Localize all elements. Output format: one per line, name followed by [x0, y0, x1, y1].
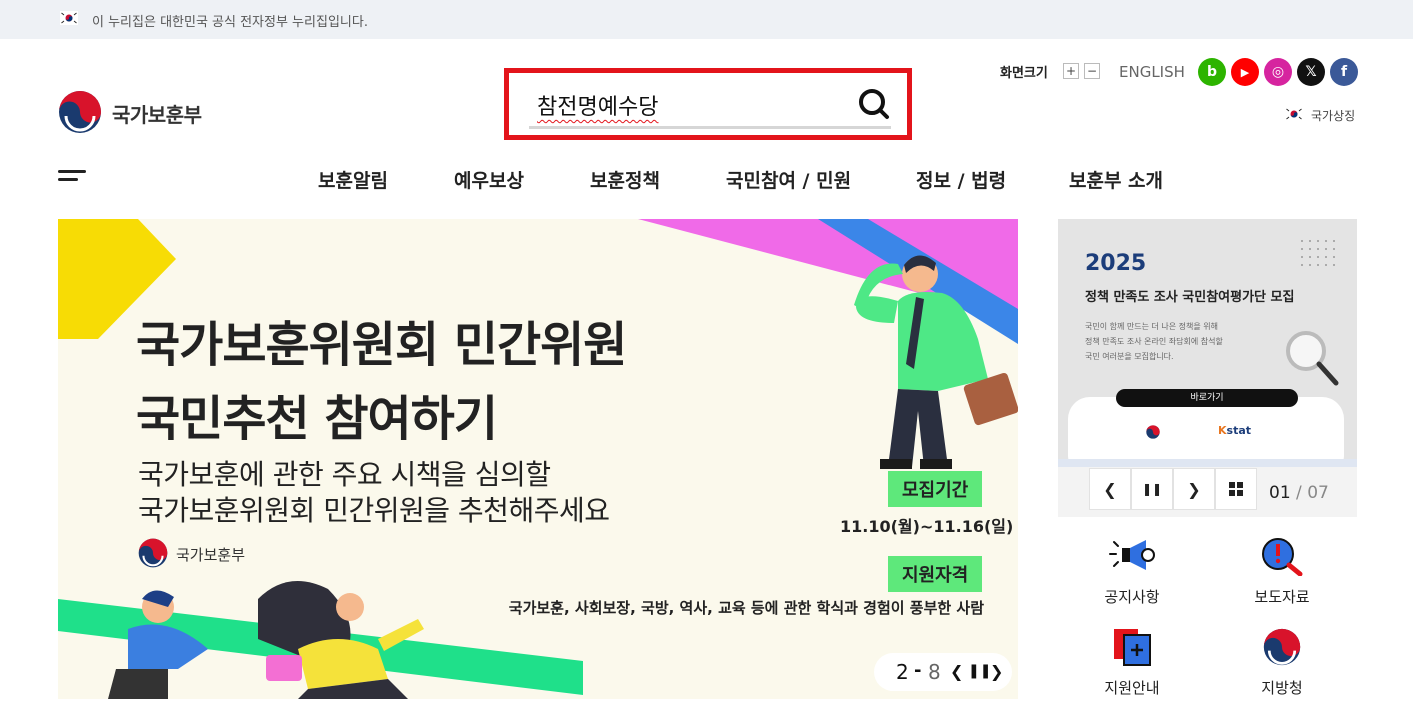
tag-qualification: 지원자격 — [888, 556, 983, 592]
banner-period: 11.10(월)~11.16(일) — [840, 517, 1014, 536]
blog-icon[interactable]: b — [1198, 58, 1226, 86]
side-prev-icon[interactable]: ❮ — [1089, 468, 1131, 510]
side-banner-year: 2025 — [1085, 251, 1147, 276]
document-plus-icon — [1114, 629, 1151, 666]
search-icon[interactable] — [857, 87, 893, 123]
side-banner-headline: 정책 만족도 조사 국민참여평가단 모집 — [1085, 290, 1295, 305]
korea-flag-icon — [60, 11, 78, 25]
banner-subtitle-line1: 국가보훈에 관한 주요 시책을 심의할 — [138, 458, 551, 491]
quick-link-label: 지원안내 — [1104, 679, 1160, 697]
nav-item-participation[interactable]: 국민참여 / 민원 — [726, 166, 851, 193]
nav-item-info-law[interactable]: 정보 / 법령 — [916, 166, 1006, 193]
side-pause-icon[interactable]: ❚❚ — [1131, 468, 1173, 510]
national-symbol-link[interactable]: 국가상징 — [1311, 107, 1355, 124]
main-banner[interactable]: 국가보훈위원회 민간위원 국민추천 참여하기 국가보훈에 관한 주요 시책을 심… — [58, 219, 1018, 699]
side-banner-go-button[interactable]: 바로가기 — [1116, 389, 1298, 407]
megaphone-icon — [1109, 540, 1155, 570]
nav-item-about[interactable]: 보훈부 소개 — [1069, 166, 1163, 193]
quick-link-label: 지방청 — [1261, 679, 1303, 697]
nav-item-compensation[interactable]: 예우보상 — [454, 166, 524, 193]
quick-link-regional[interactable]: 지방청 — [1222, 627, 1342, 698]
side-banner: 2025 정책 만족도 조사 국민참여평가단 모집 국민이 함께 만드는 더 나… — [1058, 219, 1357, 517]
nav-item-policy[interactable]: 보훈정책 — [590, 166, 660, 193]
gov-banner-text[interactable]: 이 누리집은 대한민국 공식 전자정부 누리집입니다. — [92, 11, 368, 30]
banner-ministry-logo-icon — [138, 538, 168, 568]
taegeuk-icon — [1263, 628, 1301, 666]
tag-period: 모집기간 — [888, 471, 983, 507]
quick-link-notice[interactable]: 공지사항 — [1072, 536, 1192, 607]
quick-link-label: 공지사항 — [1104, 588, 1160, 606]
ministry-logo-icon[interactable] — [58, 90, 102, 134]
magnifier-icon — [1286, 331, 1339, 386]
banner-qualification: 국가보훈, 사회보장, 국방, 역사, 교육 등에 관한 학식과 경험이 풍부한… — [508, 599, 984, 617]
magnifier-alert-icon — [1262, 538, 1303, 576]
kstat-logo: Kstat — [1218, 424, 1252, 437]
banner-title-line2: 국민추천 참여하기 — [136, 391, 498, 447]
menu-hamburger-icon[interactable] — [58, 170, 86, 186]
banner-subtitle-line2: 국가보훈위원회 민간위원을 추천해주세요 — [138, 494, 610, 527]
dot-grid-decoration — [1301, 240, 1335, 266]
pause-icon[interactable]: ❚❚ — [968, 663, 991, 679]
search-input-value[interactable]: 참전명예수당 — [537, 89, 658, 121]
side-banner-slide[interactable]: 2025 정책 만족도 조사 국민참여평가단 모집 국민이 함께 만드는 더 나… — [1058, 219, 1357, 459]
nav-item-news[interactable]: 보훈알림 — [318, 166, 388, 193]
side-banner-counter: 01 / 07 — [1269, 483, 1329, 503]
font-size-label: 화면크기 — [1000, 66, 1048, 81]
mini-ministry-logo-icon — [1146, 425, 1160, 439]
side-banner-body: 국민이 함께 만드는 더 나은 정책을 위해 정책 만족도 조사 온라인 좌담회… — [1085, 322, 1223, 361]
quick-link-press[interactable]: 보도자료 — [1222, 536, 1342, 607]
gov-banner: 이 누리집은 대한민국 공식 전자정부 누리집입니다. — [0, 0, 1413, 39]
korea-flag-icon — [1285, 107, 1303, 121]
instagram-icon[interactable]: ◎ — [1264, 58, 1292, 86]
x-icon[interactable]: 𝕏 — [1297, 58, 1325, 86]
pager-current: 2 — [896, 660, 909, 684]
banner-pager: 2 - 8 ❮ ❚❚ ❯ — [874, 653, 1012, 691]
english-link[interactable]: ENGLISH — [1119, 63, 1185, 81]
banner-title-line1: 국가보훈위원회 민간위원 — [136, 317, 627, 373]
font-increase-button[interactable]: + — [1063, 63, 1079, 79]
youtube-icon[interactable]: ▶ — [1231, 58, 1259, 86]
font-decrease-button[interactable]: − — [1084, 63, 1100, 79]
facebook-icon[interactable]: f — [1330, 58, 1358, 86]
next-icon[interactable]: ❯ — [990, 662, 1003, 681]
prev-icon[interactable]: ❮ — [950, 662, 963, 681]
banner-logo-text: 국가보훈부 — [176, 546, 246, 564]
ministry-logo-text[interactable]: 국가보훈부 — [112, 99, 202, 128]
side-banner-stripe — [1058, 459, 1357, 467]
side-grid-icon[interactable] — [1215, 468, 1257, 510]
side-next-icon[interactable]: ❯ — [1173, 468, 1215, 510]
search-highlight-box: 참전명예수당 — [504, 68, 912, 140]
pager-total: 8 — [928, 660, 941, 684]
search-input[interactable]: 참전명예수당 — [529, 73, 891, 129]
quick-link-support[interactable]: 지원안내 — [1072, 627, 1192, 698]
pager-separator: - — [914, 660, 922, 681]
quick-link-label: 보도자료 — [1254, 588, 1310, 606]
